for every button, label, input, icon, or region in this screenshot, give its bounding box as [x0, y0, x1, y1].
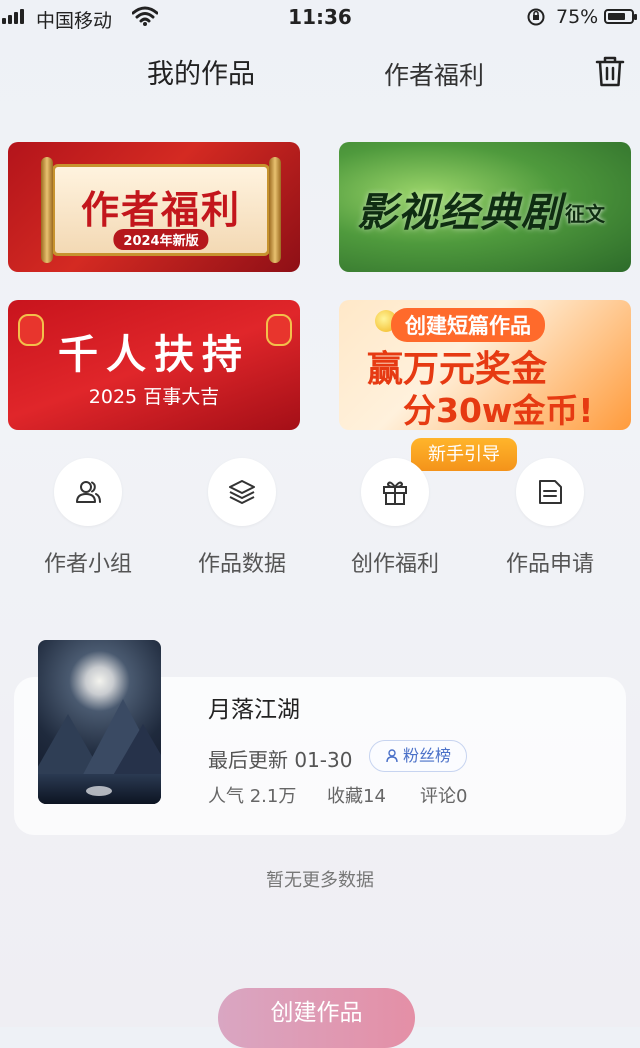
banner-title: 影视经典剧	[357, 189, 562, 236]
user-icon	[386, 749, 398, 763]
action-label: 作品数据	[197, 552, 286, 577]
battery-icon	[604, 9, 637, 24]
banner-subtitle: 征文	[565, 202, 605, 226]
fans-ranking-button[interactable]: 粉丝榜	[369, 740, 467, 772]
banner-short-story[interactable]: 创建短篇作品 赢万元奖金 分30w金币!	[339, 300, 631, 430]
action-work-data[interactable]: 作品数据	[182, 458, 302, 578]
work-popularity: 人气 2.1万	[208, 786, 297, 807]
work-favorites: 收藏14	[327, 786, 386, 807]
action-label: 创作福利	[350, 552, 439, 577]
action-creation-benefits[interactable]: 创作福利	[335, 458, 455, 578]
work-comments: 评论0	[420, 786, 468, 807]
banner-title: 作者福利	[80, 188, 241, 232]
rotation-lock-icon	[527, 8, 545, 26]
action-circle	[54, 458, 122, 526]
tab-my-works[interactable]: 我的作品	[147, 52, 255, 91]
banner-thousand-support[interactable]: 千人扶持 2025 百事大吉	[8, 300, 300, 430]
banner-subtitle: 分30w金币!	[403, 391, 594, 430]
action-author-group[interactable]: 作者小组	[28, 458, 148, 578]
document-icon	[539, 480, 562, 504]
banner-film-classic[interactable]: 影视经典剧 征文	[339, 142, 631, 272]
status-bar: 中国移动 11:36 75%	[0, 0, 640, 34]
battery-percent: 75%	[556, 6, 599, 28]
users-icon	[76, 481, 101, 503]
work-cover-image[interactable]	[38, 640, 161, 804]
action-circle	[208, 458, 276, 526]
banner-pill: 创建短篇作品	[391, 308, 545, 342]
work-last-updated: 最后更新 01-30	[208, 748, 353, 772]
layers-icon	[229, 480, 255, 504]
banner-tag: 2024年新版	[113, 229, 209, 250]
action-label: 作者小组	[43, 552, 132, 577]
fans-ranking-label: 粉丝榜	[402, 746, 451, 765]
gift-icon	[383, 481, 407, 505]
banner-subtitle: 2025 百事大吉	[88, 386, 220, 408]
trash-icon[interactable]	[594, 54, 626, 88]
action-work-application[interactable]: 作品申请	[490, 458, 610, 578]
battery-fill	[608, 13, 625, 20]
banner-title: 千人扶持	[58, 332, 250, 378]
banner-scroll: 作者福利 2024年新版	[41, 157, 281, 263]
action-circle	[516, 458, 584, 526]
work-title[interactable]: 月落江湖	[208, 690, 300, 724]
tab-author-benefits[interactable]: 作者福利	[384, 56, 484, 92]
no-more-data: 暂无更多数据	[266, 870, 374, 891]
banner-author-benefits[interactable]: 作者福利 2024年新版	[8, 142, 300, 272]
action-label: 作品申请	[505, 552, 594, 577]
action-circle	[361, 458, 429, 526]
create-work-button[interactable]: 创建作品	[218, 988, 415, 1048]
